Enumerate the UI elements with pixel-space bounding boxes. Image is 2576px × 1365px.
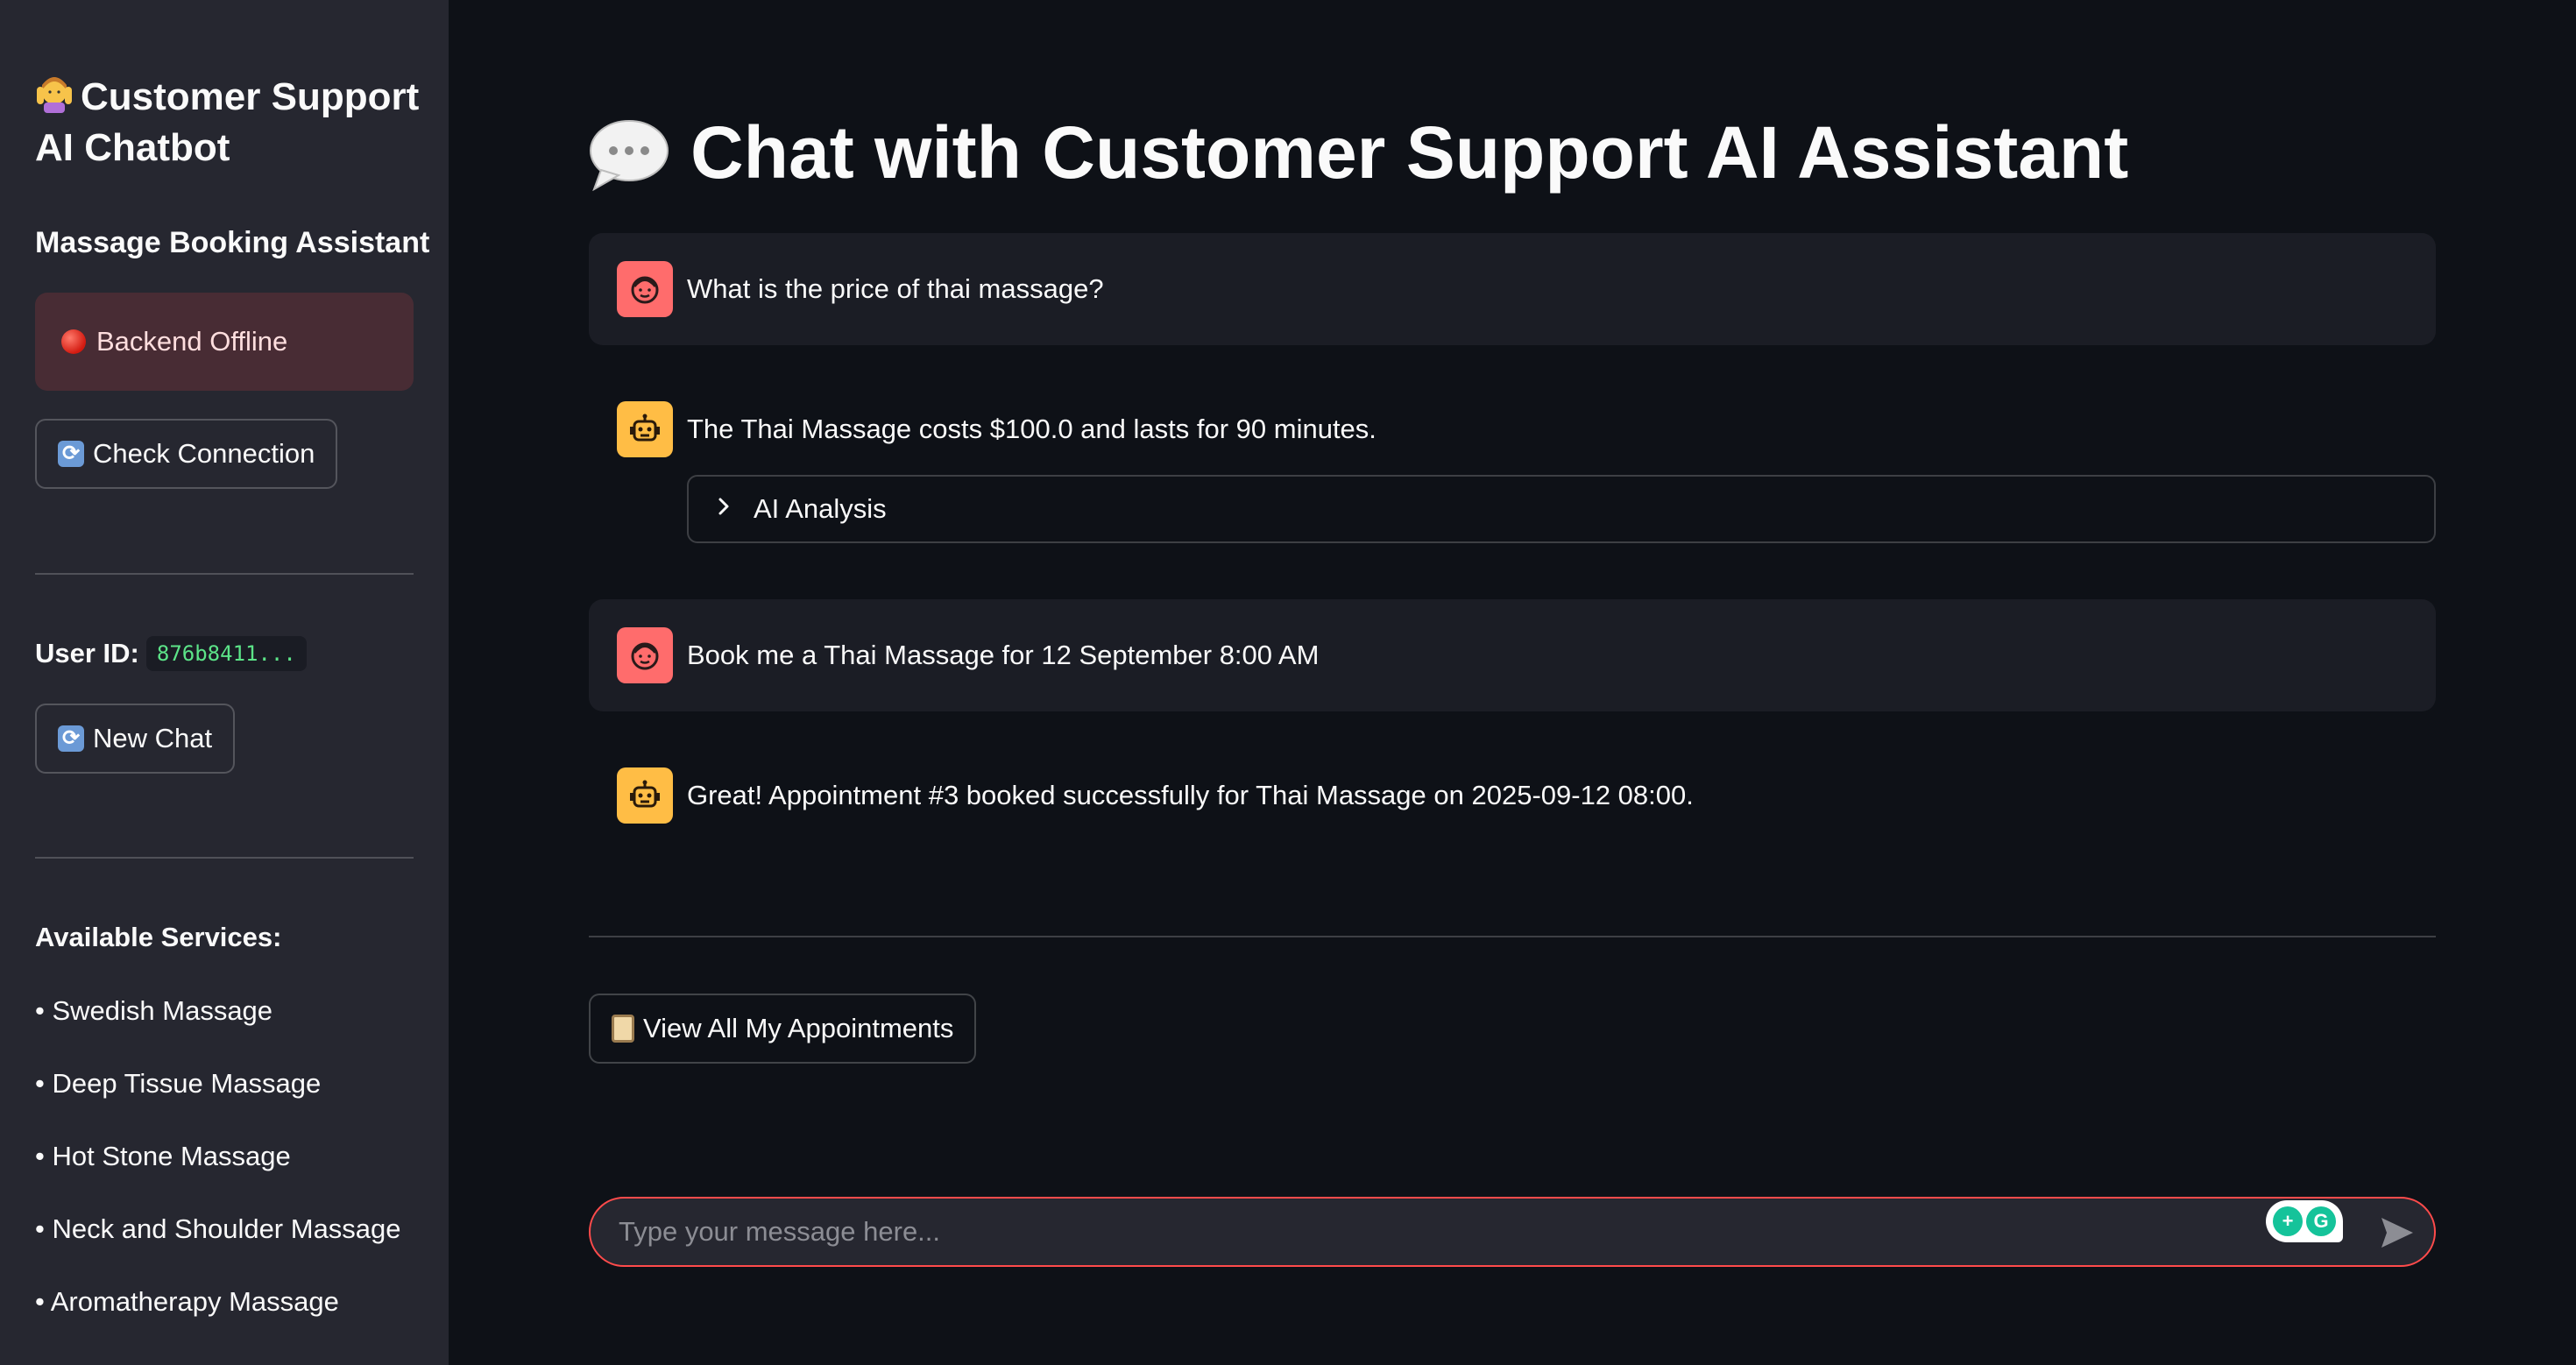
backend-status-text: Backend Offline: [96, 326, 288, 357]
expander-label: AI Analysis: [754, 493, 887, 524]
main-divider: [589, 936, 2436, 937]
page-title-text: Chat with Customer Support AI Assistant: [690, 111, 2129, 194]
service-item: • Swedish Massage: [35, 995, 273, 1026]
view-appointments-button[interactable]: View All My Appointments: [589, 994, 977, 1064]
user-id-row: User ID: 876b8411...: [35, 636, 307, 671]
service-item: • Deep Tissue Massage: [35, 1068, 322, 1099]
user-id-label: User ID:: [35, 638, 139, 668]
services-heading: Available Services:: [35, 922, 282, 952]
ai-analysis-expander[interactable]: AI Analysis: [687, 475, 2436, 543]
sidebar-divider: [35, 857, 414, 859]
robot-avatar-icon: [617, 401, 673, 457]
message-text: Book me a Thai Massage for 12 September …: [687, 640, 1320, 670]
service-item: • Hot Stone Massage: [35, 1141, 291, 1171]
backend-status-alert: Backend Offline: [35, 293, 414, 391]
sidebar-subtitle: Massage Booking Assistant: [35, 226, 430, 259]
red-circle-icon: [61, 329, 86, 354]
speech-bubble-icon: [589, 119, 669, 191]
user-avatar-icon: [617, 261, 673, 317]
main-content: Chat with Customer Support AI Assistant …: [449, 0, 2576, 1365]
chat-message-input[interactable]: [619, 1216, 2283, 1248]
chat-message-user: What is the price of thai massage?: [589, 233, 2436, 345]
user-avatar-icon: [617, 627, 673, 683]
message-text: The Thai Massage costs $100.0 and lasts …: [687, 414, 1376, 444]
sidebar-divider: [35, 573, 414, 575]
chat-message-assistant: Great! Appointment #3 booked successfull…: [589, 760, 2436, 831]
app: Customer Support AI Chatbot Massage Book…: [0, 0, 2576, 1365]
woman-gesturing-icon: [35, 74, 74, 113]
message-text: Great! Appointment #3 booked successfull…: [687, 780, 1694, 810]
chevron-right-icon: [715, 494, 732, 524]
new-chat-label: New Chat: [93, 723, 213, 753]
robot-avatar-icon: [617, 767, 673, 824]
check-connection-label: Check Connection: [93, 438, 315, 469]
view-appointments-label: View All My Appointments: [643, 1013, 954, 1043]
refresh-icon: ⟳: [58, 441, 84, 467]
sidebar-title-text: Customer Support AI Chatbot: [35, 75, 420, 169]
send-icon[interactable]: [2380, 1216, 2415, 1254]
chat-message-assistant: The Thai Massage costs $100.0 and lasts …: [589, 394, 2436, 464]
user-id-value: 876b8411...: [145, 636, 307, 671]
service-item: • Aromatherapy Massage: [35, 1286, 339, 1317]
sidebar: Customer Support AI Chatbot Massage Book…: [0, 0, 449, 1365]
check-connection-button[interactable]: ⟳ Check Connection: [35, 419, 338, 489]
page-title: Chat with Customer Support AI Assistant: [589, 110, 2128, 195]
grammarly-widget[interactable]: + G: [2266, 1200, 2343, 1242]
message-text: What is the price of thai massage?: [687, 273, 1104, 304]
service-item: • Neck and Shoulder Massage: [35, 1213, 401, 1244]
refresh-icon: ⟳: [58, 725, 84, 752]
chat-input-container: + G: [589, 1197, 2436, 1267]
grammarly-suggest-icon[interactable]: +: [2273, 1206, 2303, 1236]
sidebar-title: Customer Support AI Chatbot: [35, 72, 421, 173]
clipboard-icon: [612, 1015, 634, 1043]
chat-message-user: Book me a Thai Massage for 12 September …: [589, 599, 2436, 711]
services-list: • Swedish Massage • Deep Tissue Massage …: [35, 990, 401, 1354]
new-chat-button[interactable]: ⟳ New Chat: [35, 704, 236, 774]
grammarly-logo-icon[interactable]: G: [2306, 1206, 2336, 1236]
